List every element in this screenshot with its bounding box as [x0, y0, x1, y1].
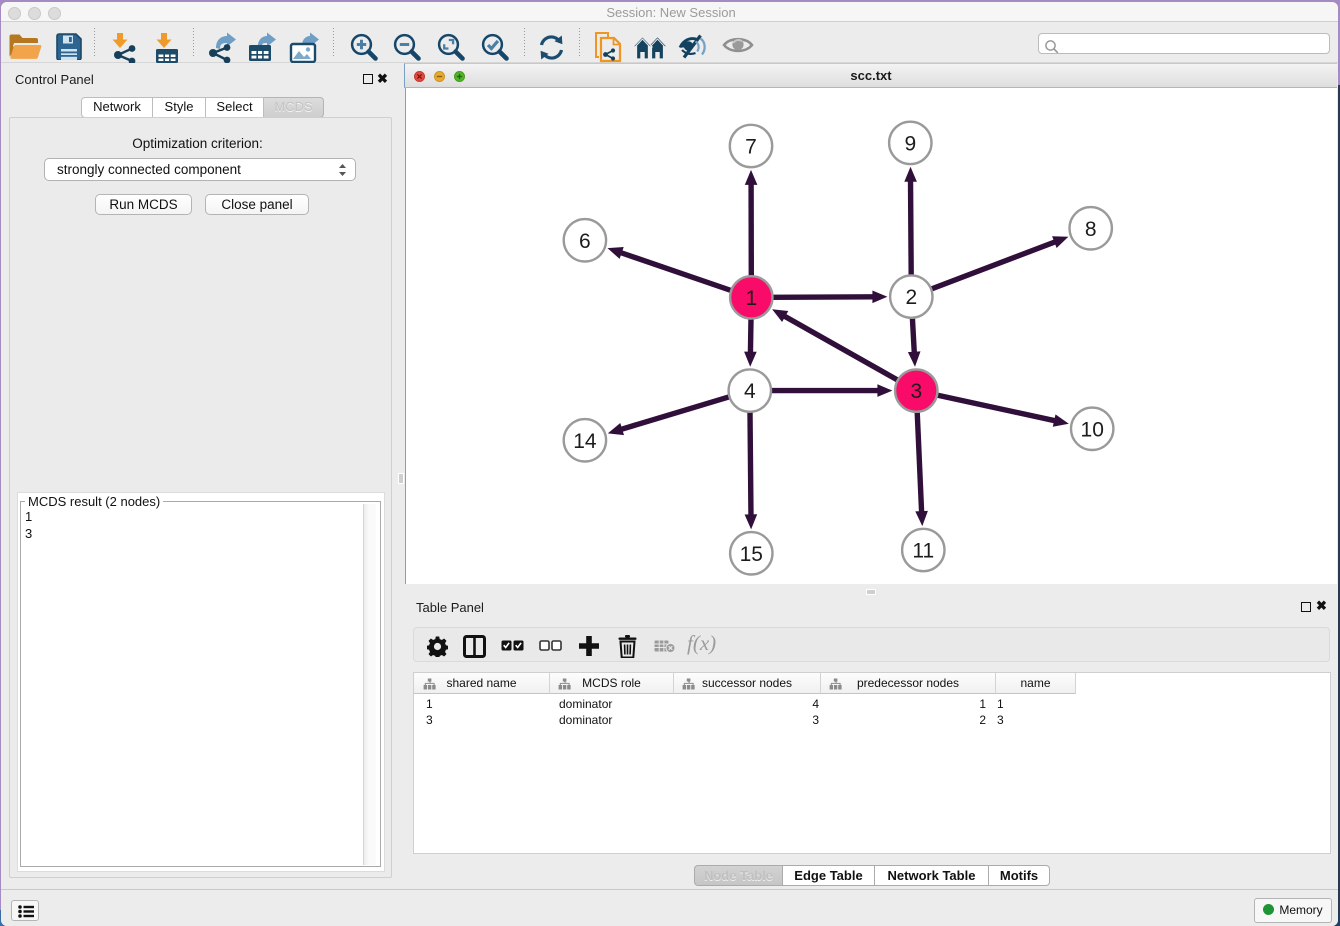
- svg-text:9: 9: [904, 132, 916, 155]
- svg-text:4: 4: [744, 380, 756, 403]
- svg-text:14: 14: [573, 430, 597, 453]
- svg-text:10: 10: [1081, 418, 1104, 441]
- svg-text:11: 11: [912, 540, 934, 563]
- svg-text:2: 2: [905, 286, 917, 309]
- svg-text:8: 8: [1085, 218, 1097, 241]
- svg-text:3: 3: [910, 380, 922, 403]
- svg-text:15: 15: [740, 543, 763, 566]
- svg-text:1: 1: [745, 287, 757, 310]
- svg-text:7: 7: [745, 136, 757, 159]
- svg-text:6: 6: [579, 230, 591, 253]
